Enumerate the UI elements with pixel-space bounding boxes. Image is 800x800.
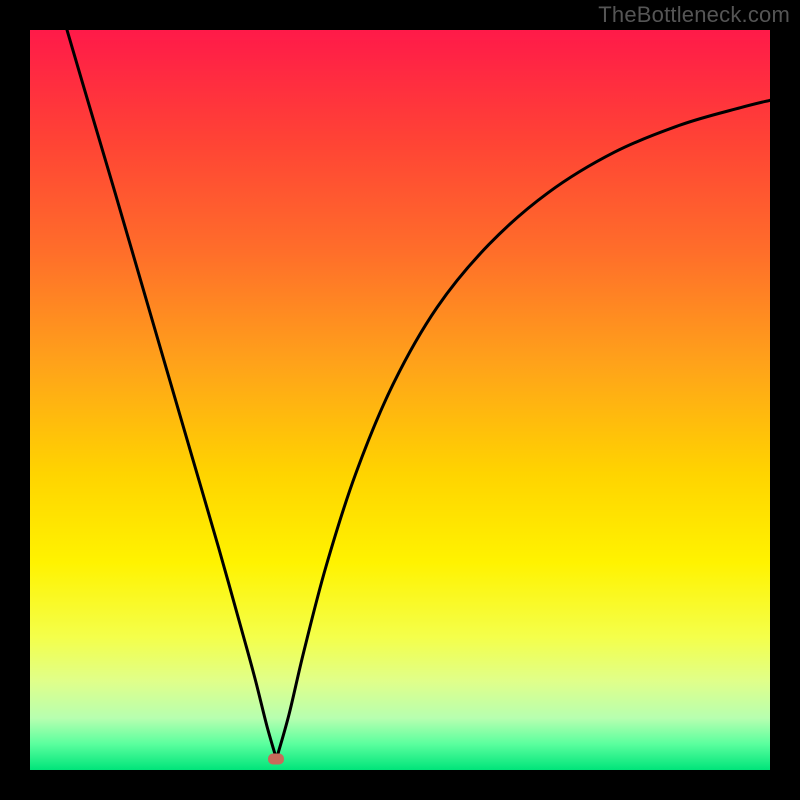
watermark-text: TheBottleneck.com — [598, 2, 790, 28]
chart-frame: TheBottleneck.com — [0, 0, 800, 800]
chart-svg — [30, 30, 770, 770]
plot-area — [30, 30, 770, 770]
bottleneck-marker — [268, 753, 284, 764]
gradient-background — [30, 30, 770, 770]
